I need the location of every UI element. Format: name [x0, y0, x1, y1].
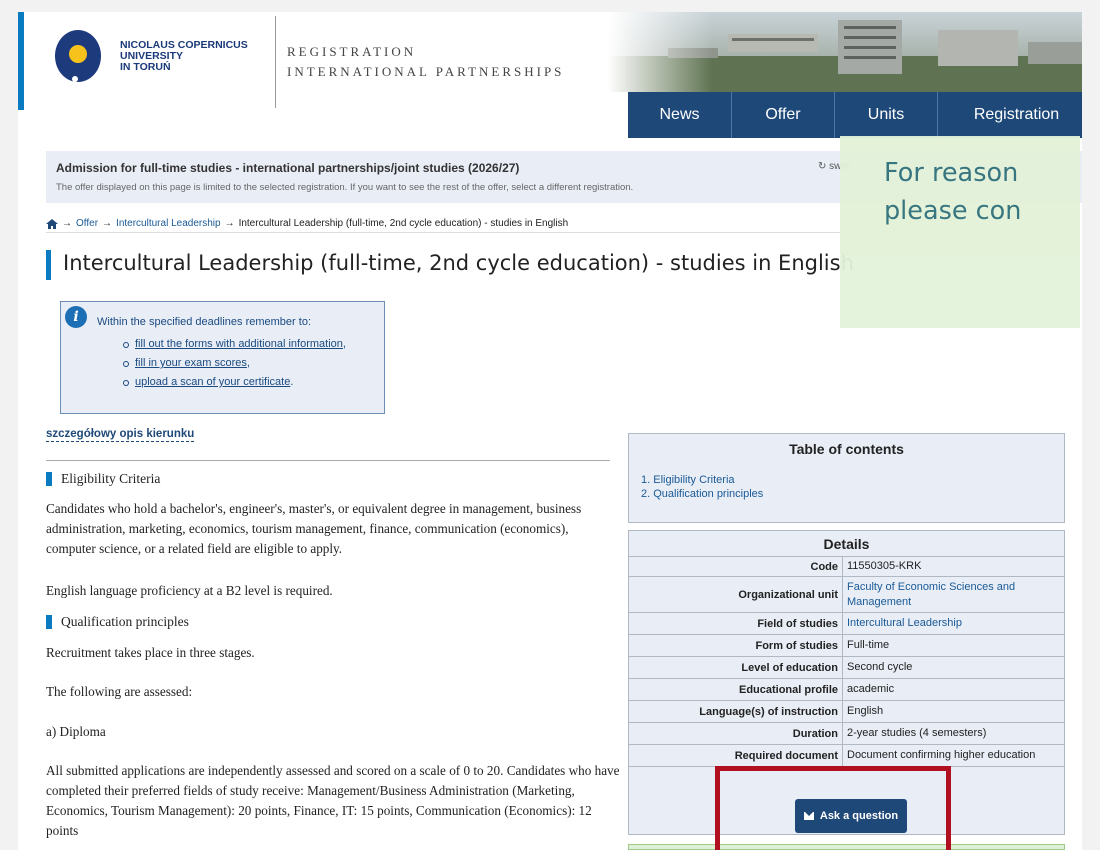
home-icon[interactable] [46, 218, 58, 229]
list-item: fill out the forms with additional infor… [123, 335, 346, 354]
info-icon: i [65, 306, 87, 328]
table-row: Language(s) of instruction English [629, 701, 1064, 723]
detail-value-field-link[interactable]: Intercultural Leadership [843, 613, 1064, 634]
detail-label: Level of education [629, 657, 843, 678]
nav-offer[interactable]: Offer [731, 92, 834, 138]
table-of-contents: Table of contents 1. Eligibility Criteri… [628, 433, 1065, 523]
info-box: i Within the specified deadlines remembe… [60, 301, 385, 414]
recruitment-text: Recruitment takes place in three stages. [46, 645, 255, 660]
campus-banner-image [608, 12, 1082, 92]
arrow-right-icon: → [102, 218, 113, 229]
detail-value: academic [847, 683, 895, 695]
notice-overlay-text: For reason please con [884, 158, 1022, 226]
breadcrumb-divider [46, 232, 856, 233]
nav-news[interactable]: News [628, 92, 731, 138]
university-name-line: IN TORUŃ [120, 61, 171, 73]
scoring-text: All submitted applications are independe… [46, 763, 620, 838]
detail-value: 11550305-KRK [847, 560, 922, 572]
detailed-description-link[interactable]: szczegółowy opis kierunku [46, 428, 195, 442]
university-logo-icon[interactable] [52, 28, 104, 88]
section-divider [46, 460, 610, 461]
info-link-certificate[interactable]: upload a scan of your certificate [135, 376, 290, 388]
nav-registration[interactable]: Registration [937, 92, 1082, 138]
details-title: Details [629, 531, 1064, 557]
table-row: Level of education Second cycle [629, 657, 1064, 679]
table-row: Educational profile academic [629, 679, 1064, 701]
detail-label: Language(s) of instruction [629, 701, 843, 722]
detail-label: Code [629, 557, 843, 576]
detail-value-unit-link[interactable]: Faculty of Economic Sciences and Managem… [843, 577, 1064, 612]
detail-label: Educational profile [629, 679, 843, 700]
detail-label: Organizational unit [629, 577, 843, 612]
toc-item-eligibility[interactable]: 1. Eligibility Criteria [641, 473, 763, 487]
heading-text: Qualification principles [61, 614, 189, 629]
diploma-text: a) Diploma [46, 724, 106, 739]
detail-value: Document confirming higher education [847, 749, 1036, 761]
eligibility-heading: Eligibility Criteria [46, 471, 160, 487]
detail-label: Field of studies [629, 613, 843, 634]
separator: , [342, 338, 346, 350]
table-row: Field of studies Intercultural Leadershi… [629, 613, 1064, 635]
registration-title[interactable]: REGISTRATION [287, 44, 416, 60]
admission-note: The offer displayed on this page is limi… [56, 182, 634, 193]
title-accent [46, 250, 51, 280]
heading-accent [46, 615, 52, 629]
highlight-box [715, 766, 951, 850]
language-requirement: English language proficiency at a B2 lev… [46, 583, 333, 598]
top-strip [18, 0, 1082, 12]
detail-value: Second cycle [847, 661, 913, 673]
breadcrumb-current: Intercultural Leadership (full-time, 2nd… [238, 218, 569, 229]
nav-units[interactable]: Units [834, 92, 937, 138]
detail-value: English [847, 705, 884, 717]
detail-value: 2-year studies (4 semesters) [847, 727, 987, 739]
toc-item-qualification[interactable]: 2. Qualification principles [641, 487, 763, 501]
separator: . [290, 376, 294, 388]
separator: , [246, 357, 250, 369]
registration-subtitle: INTERNATIONAL PARTNERSHIPS [287, 64, 565, 79]
refresh-icon: ↻ [818, 161, 827, 172]
heading-accent [46, 472, 52, 486]
info-intro: Within the specified deadlines remember … [97, 316, 311, 328]
admission-title: Admission for full-time studies - intern… [56, 161, 520, 175]
table-row: Duration 2-year studies (4 semesters) [629, 723, 1064, 745]
toc-list: 1. Eligibility Criteria 2. Qualification… [641, 473, 763, 501]
qualification-heading: Qualification principles [46, 614, 189, 630]
detail-value: Full-time [847, 639, 890, 651]
eligibility-text: Candidates who hold a bachelor's, engine… [46, 501, 582, 556]
detail-label: Form of studies [629, 635, 843, 656]
info-link-scores[interactable]: fill in your exam scores [135, 357, 247, 369]
table-row: Code 11550305-KRK [629, 557, 1064, 577]
table-row: Organizational unit Faculty of Economic … [629, 577, 1064, 613]
arrow-right-icon: → [224, 218, 235, 229]
page-title: Intercultural Leadership (full-time, 2nd… [63, 251, 854, 275]
toc-title: Table of contents [789, 441, 904, 457]
table-row: Form of studies Full-time [629, 635, 1064, 657]
table-row: Required document Document confirming hi… [629, 745, 1064, 767]
info-list: fill out the forms with additional infor… [123, 335, 346, 392]
main-nav: News Offer Units Registration [628, 92, 1082, 138]
page: NICOLAUS COPERNICUS UNIVERSITY IN TORUŃ … [18, 0, 1082, 850]
info-link-forms[interactable]: fill out the forms with additional infor… [135, 338, 343, 350]
notice-overlay: For reason please con [840, 136, 1080, 328]
breadcrumb: → Offer → Intercultural Leadership → Int… [46, 218, 568, 229]
detail-label: Duration [629, 723, 843, 744]
arrow-right-icon: → [62, 218, 72, 229]
university-name[interactable]: NICOLAUS COPERNICUS UNIVERSITY IN TORUŃ [120, 40, 248, 73]
header-divider [275, 16, 276, 108]
detail-label: Required document [629, 745, 843, 766]
heading-text: Eligibility Criteria [61, 471, 161, 486]
assessed-text: The following are assessed: [46, 684, 193, 699]
list-item: fill in your exam scores, [123, 354, 346, 373]
header-accent [18, 12, 24, 110]
breadcrumb-offer[interactable]: Offer [76, 218, 98, 229]
list-item: upload a scan of your certificate. [123, 373, 346, 392]
breadcrumb-field[interactable]: Intercultural Leadership [116, 218, 221, 229]
